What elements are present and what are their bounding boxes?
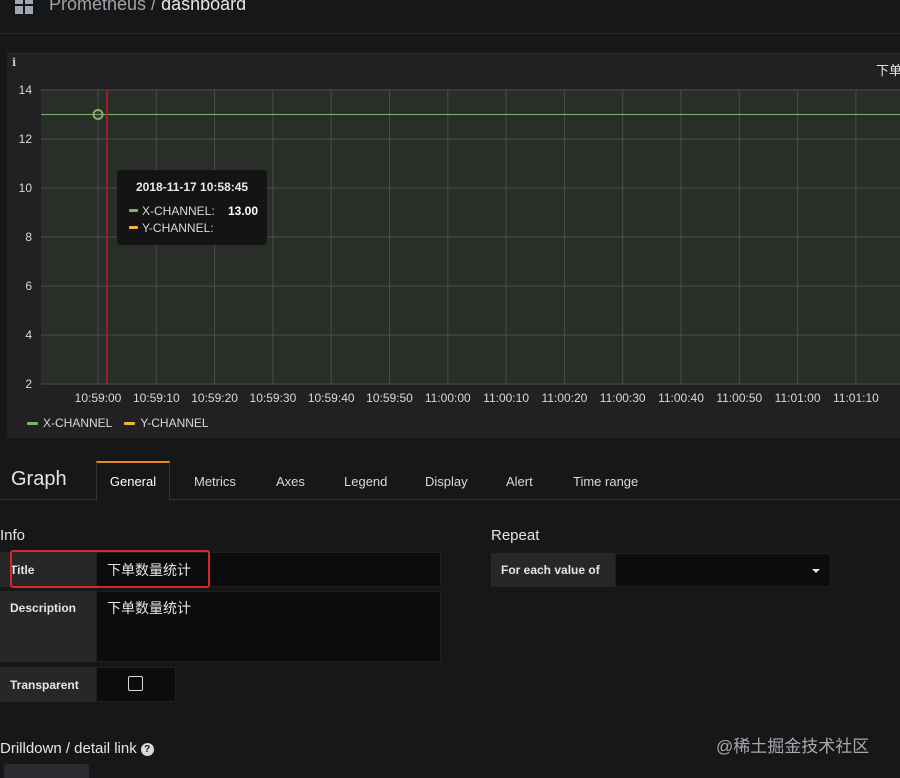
x-tick-label: 10:59:20: [191, 391, 238, 405]
editor-title: Graph: [11, 468, 67, 490]
y-tick-label: 8: [25, 230, 32, 244]
panel-title[interactable]: 下单: [876, 60, 900, 79]
legend-label[interactable]: X-CHANNEL: [43, 416, 112, 430]
info-heading: Info: [0, 527, 26, 544]
x-tick-label: 10:59:40: [308, 391, 355, 405]
y-tick-label: 2: [25, 377, 32, 391]
chart-tooltip: 2018-11-17 10:58:45 X-CHANNEL: 13.00 Y-C…: [117, 170, 267, 245]
top-navbar: Prometheus / dashboard: [0, 0, 900, 34]
y-tick-label: 14: [19, 83, 33, 97]
x-tick-label: 11:00:50: [716, 391, 762, 405]
x-tick-label: 10:59:30: [250, 391, 297, 405]
repeat-heading: Repeat: [491, 527, 540, 544]
legend-label[interactable]: Y-CHANNEL: [140, 416, 208, 430]
breadcrumb-parent[interactable]: Prometheus /: [49, 0, 161, 14]
description-textarea[interactable]: 下单数量统计: [96, 591, 441, 662]
x-tick-label: 10:59:00: [75, 391, 122, 405]
help-icon[interactable]: ?: [140, 743, 154, 756]
for-each-label: For each value of: [491, 553, 615, 587]
tooltip-swatch-x-channel: [129, 209, 138, 212]
y-tick-label: 12: [19, 132, 33, 146]
tab-axes[interactable]: Axes: [262, 461, 319, 501]
x-tick-label: 11:00:10: [483, 391, 529, 405]
legend-swatch-y-channel: [124, 421, 136, 425]
line-chart[interactable]: 2 4 6 8 10 12 14 10:59:00 10:59:10 10:59:20 10:59:…: [7, 54, 900, 439]
y-tick-label: 6: [25, 279, 32, 293]
tooltip-swatch-y-channel: [129, 226, 138, 229]
description-label: Description: [0, 591, 96, 662]
legend-item-x-channel[interactable]: X-CHANNEL: [27, 416, 112, 430]
tab-metrics[interactable]: Metrics: [180, 461, 250, 501]
transparent-label: Transparent: [0, 667, 96, 702]
drilldown-heading-text: Drilldown / detail link: [0, 740, 137, 757]
legend-swatch-x-channel: [27, 421, 38, 425]
tab-time-range[interactable]: Time range: [559, 461, 652, 501]
dashboard-grid-icon[interactable]: [15, 0, 35, 14]
tooltip-series-value: 13.00: [228, 203, 259, 218]
tab-legend[interactable]: Legend: [330, 461, 401, 501]
watermark: @稀土掘金技术社区: [716, 737, 870, 756]
tab-alert[interactable]: Alert: [492, 461, 547, 501]
panel-editor-header: Graph General Metrics Axes Legend Displa…: [0, 458, 900, 501]
x-tick-label: 11:00:30: [600, 391, 646, 405]
for-each-select[interactable]: [615, 553, 831, 587]
breadcrumb-current[interactable]: dashboard: [161, 0, 246, 14]
y-tick-label: 10: [19, 181, 33, 195]
info-icon[interactable]: i: [12, 56, 16, 69]
x-tick-label: 11:00:40: [658, 391, 704, 405]
transparent-checkbox[interactable]: [128, 676, 143, 691]
x-tick-label: 11:01:00: [775, 391, 821, 405]
x-tick-label: 11:00:00: [425, 391, 471, 405]
chevron-down-icon[interactable]: [812, 569, 820, 573]
graph-panel[interactable]: 2 4 6 8 10 12 14 10:59:00 10:59:10 10:59:20 10:59:…: [7, 53, 900, 438]
x-tick-label: 10:59:50: [366, 391, 413, 405]
tab-general[interactable]: General: [96, 461, 170, 501]
tooltip-row: Y-CHANNEL:: [129, 219, 267, 236]
tooltip-series-name: X-CHANNEL:: [142, 203, 215, 218]
legend-item-y-channel[interactable]: Y-CHANNEL: [124, 416, 209, 430]
x-tick-label: 10:59:10: [133, 391, 180, 405]
x-tick-label: 11:00:20: [541, 391, 587, 405]
tab-display[interactable]: Display: [411, 461, 482, 501]
drilldown-heading: Drilldown / detail link?: [0, 740, 154, 757]
chart-legend: X-CHANNEL Y-CHANNEL: [27, 416, 209, 430]
y-tick-label: 4: [25, 328, 32, 342]
breadcrumb[interactable]: Prometheus / dashboard: [49, 0, 246, 15]
title-highlight-box: [10, 550, 210, 588]
x-tick-label: 11:01:10: [833, 391, 879, 405]
tooltip-series-name: Y-CHANNEL:: [142, 220, 214, 235]
tooltip-time: 2018-11-17 10:58:45: [136, 180, 249, 194]
tooltip-row: X-CHANNEL: 13.00: [129, 202, 267, 219]
